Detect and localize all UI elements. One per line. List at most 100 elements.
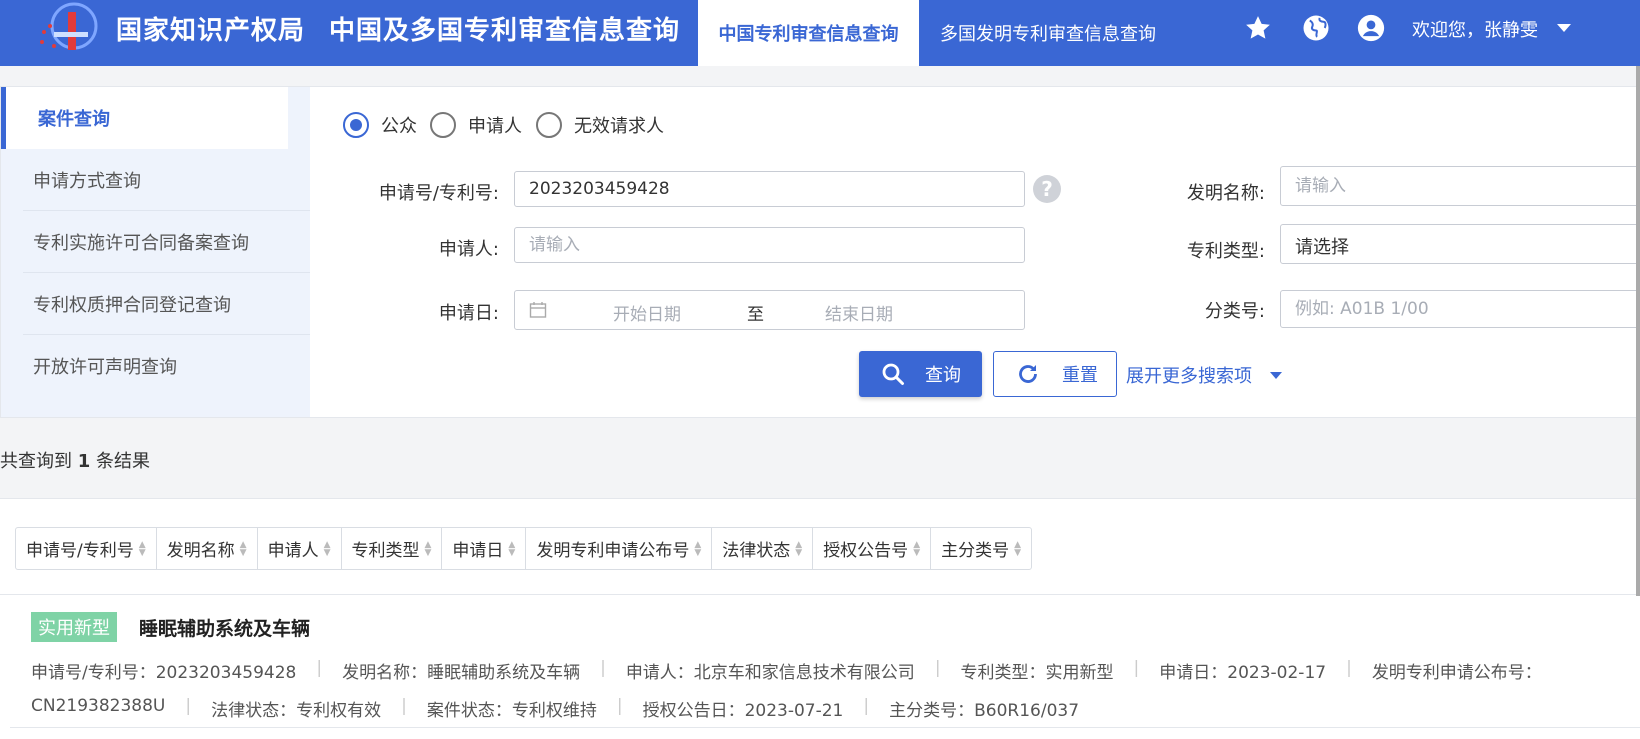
sort-label: 主分类号 (941, 541, 1010, 561)
radio-public[interactable]: 公众 (343, 112, 417, 138)
top-header: 国家知识产权局 中国及多国专利审查信息查询 中国专利审查信息查询 多国发明专利审… (0, 0, 1640, 66)
sort-arrows-icon: ▲ ▼ (138, 539, 146, 558)
help-icon[interactable]: ? (1033, 175, 1061, 203)
patent-type-badge: 实用新型 (31, 612, 117, 642)
meta-app-number: 申请号/专利号：2023203459428 (31, 663, 297, 683)
sort-label: 专利类型 (351, 541, 420, 561)
globe-icon[interactable] (1301, 13, 1331, 43)
brand-name: 国家知识产权局 (116, 16, 306, 46)
expand-more-options[interactable]: 展开更多搜索项 (1126, 362, 1282, 388)
meta-separator: | (600, 658, 606, 678)
search-button-label: 查询 (925, 365, 961, 386)
radio-ring (343, 112, 369, 138)
meta-legal-status: 法律状态：专利权有效 (211, 701, 382, 721)
sort-arrows-icon: ▲ ▼ (508, 539, 516, 558)
meta-case-status: 案件状态：专利权维持 (426, 701, 597, 721)
application-date-label: 申请日: (438, 303, 499, 324)
search-panel: 案件查询 申请方式查询 专利实施许可合同备案查询 专利权质押合同登记查询 开放许… (0, 86, 1640, 418)
patent-type-select[interactable]: 请选择 (1280, 224, 1640, 264)
sort-applicant[interactable]: 申请人 ▲ ▼ (258, 528, 342, 569)
result-meta-line-2: CN219382388U | 法律状态：专利权有效 | 案件状态：专利权维持 | 授权… (31, 696, 1079, 721)
radio-label: 公众 (381, 116, 417, 137)
sort-application-date[interactable]: 申请日 ▲ ▼ (442, 528, 527, 569)
reset-button-label: 重置 (1062, 365, 1098, 386)
result-title-link[interactable]: 睡眠辅助系统及车辆 (139, 614, 310, 641)
meta-separator: | (1133, 658, 1140, 678)
sort-grant-number[interactable]: 授权公告号 ▲ ▼ (813, 528, 932, 569)
calendar-icon (529, 302, 547, 318)
classification-input[interactable] (1280, 290, 1640, 328)
sidebar-item-case-query[interactable]: 案件查询 (1, 87, 288, 149)
meta-patent-type: 专利类型：实用新型 (960, 663, 1114, 683)
date-range-picker[interactable]: 开始日期 至 结束日期 (514, 290, 1025, 330)
sidebar-item-application-method[interactable]: 申请方式查询 (23, 149, 310, 211)
welcome-user[interactable]: 欢迎您，张静雯 (1412, 16, 1538, 42)
sort-main-classification[interactable]: 主分类号 ▲ ▼ (931, 528, 1031, 569)
date-range-separator: 至 (747, 305, 764, 325)
sidebar-item-open-license[interactable]: 开放许可声明查询 (23, 335, 310, 397)
start-date-placeholder[interactable]: 开始日期 (613, 300, 681, 325)
sort-arrows-icon: ▲ ▼ (424, 539, 432, 558)
meta-invention-title: 发明名称：睡眠辅助系统及车辆 (342, 663, 581, 683)
page-scrollbar[interactable] (1636, 66, 1640, 596)
invention-title-input[interactable] (1280, 166, 1640, 206)
expand-link-label: 展开更多搜索项 (1126, 366, 1252, 387)
sort-arrows-icon: ▲ ▼ (239, 539, 247, 558)
sort-legal-status[interactable]: 法律状态 ▲ ▼ (712, 528, 814, 569)
user-icon[interactable] (1356, 13, 1386, 43)
sort-arrows-icon: ▲ ▼ (694, 539, 702, 558)
result-meta-line-1: 申请号/专利号：2023203459428 | 发明名称：睡眠辅助系统及车辆 | 申… (31, 658, 1542, 683)
patent-type-label: 专利类型: (1186, 241, 1265, 262)
sort-arrows-icon: ▲ ▼ (323, 539, 331, 558)
meta-applicant: 申请人：北京车和家信息技术有限公司 (625, 663, 915, 683)
meta-publication-number: CN219382388U (31, 696, 166, 716)
star-icon[interactable] (1243, 13, 1273, 43)
radio-invalidation-requester[interactable]: 无效请求人 (536, 112, 664, 138)
classification-label: 分类号: (1204, 301, 1265, 322)
applicant-input[interactable] (514, 227, 1025, 263)
app-number-label: 申请号/专利号: (378, 183, 499, 204)
meta-separator: | (616, 696, 623, 716)
sort-arrows-icon: ▲ ▼ (795, 539, 803, 558)
sort-label: 法律状态 (722, 541, 791, 561)
result-count: 共查询到 1 条结果 (0, 447, 150, 473)
sort-label: 发明名称 (166, 541, 235, 561)
tab-multi-country-patent[interactable]: 多国发明专利审查信息查询 (920, 0, 1176, 66)
radio-applicant[interactable]: 申请人 (430, 112, 522, 138)
tab-china-patent[interactable]: 中国专利审查信息查询 (698, 0, 919, 66)
cnipa-logo (40, 2, 98, 50)
applicant-label: 申请人: (438, 239, 499, 260)
meta-publication-number-label: 发明专利申请公布号： (1371, 663, 1542, 683)
sort-invention-title[interactable]: 发明名称 ▲ ▼ (157, 528, 258, 569)
search-button[interactable]: 查询 (859, 351, 982, 397)
radio-ring (430, 112, 456, 138)
radio-ring (536, 112, 562, 138)
meta-separator: | (185, 696, 192, 716)
sort-arrows-icon: ▲ ▼ (1014, 539, 1022, 558)
app-number-input[interactable] (514, 171, 1025, 207)
meta-application-date: 申请日：2023-02-17 (1159, 663, 1327, 683)
sort-publication-number[interactable]: 发明专利申请公布号 ▲ ▼ (526, 528, 713, 569)
radio-label: 申请人 (468, 116, 522, 137)
sort-label: 申请人 (267, 541, 319, 561)
sort-label: 发明专利申请公布号 (536, 541, 690, 561)
reset-button[interactable]: 重置 (993, 351, 1117, 397)
invention-title-label: 发明名称: (1186, 183, 1265, 204)
meta-separator: | (401, 696, 407, 716)
sort-label: 申请号/专利号 (26, 541, 134, 561)
sidebar-item-pledge-contract[interactable]: 专利权质押合同登记查询 (23, 273, 310, 335)
divider (10, 727, 1640, 728)
caret-down-icon (1270, 371, 1282, 379)
end-date-placeholder[interactable]: 结束日期 (825, 300, 893, 325)
chevron-down-icon[interactable] (1557, 24, 1571, 32)
sort-patent-type[interactable]: 专利类型 ▲ ▼ (342, 528, 443, 569)
sort-app-number[interactable]: 申请号/专利号 ▲ ▼ (16, 528, 157, 569)
meta-separator: | (1346, 658, 1352, 678)
meta-separator: | (316, 658, 323, 678)
divider (0, 594, 1640, 595)
app-title: 中国及多国专利审查信息查询 (329, 16, 681, 46)
sidebar-item-license-contract[interactable]: 专利实施许可合同备案查询 (23, 211, 310, 273)
meta-main-classification: 主分类号：B60R16/037 (889, 701, 1080, 721)
sort-arrows-icon: ▲ ▼ (913, 539, 921, 558)
sidebar: 案件查询 申请方式查询 专利实施许可合同备案查询 专利权质押合同登记查询 开放许… (1, 87, 310, 417)
